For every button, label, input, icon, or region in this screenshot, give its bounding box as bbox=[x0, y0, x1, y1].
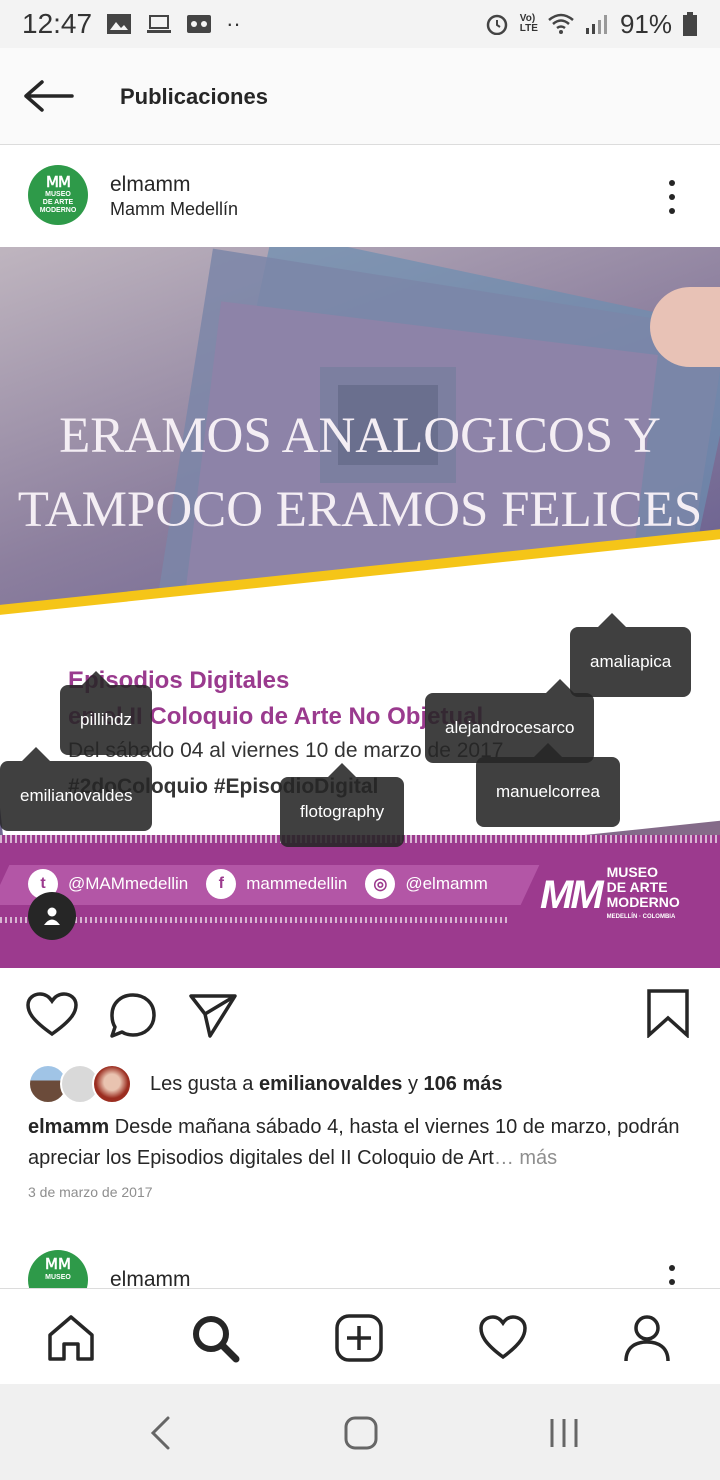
home-icon[interactable] bbox=[46, 1313, 96, 1363]
nav-recents-icon[interactable] bbox=[546, 1414, 582, 1452]
user-tag-alejandrocesarco[interactable]: alejandrocesarco bbox=[425, 679, 595, 763]
avatar-text-2: DE ARTE bbox=[42, 199, 74, 206]
headline-line-2: TAMPOCO ERAMOS FELICES bbox=[17, 482, 703, 538]
headline-line-1: ERAMOS ANALOGICOS Y bbox=[59, 408, 661, 464]
next-post-avatar[interactable]: ⅯⅯ MUSEO bbox=[28, 1250, 88, 1288]
voicemail-icon bbox=[187, 15, 212, 33]
post-header: ⅯⅯ MUSEO DE ARTE MODERNO elmamm Mamm Med… bbox=[0, 145, 720, 247]
twitter-handle: @MAMmedellin bbox=[68, 874, 189, 893]
search-icon[interactable] bbox=[190, 1313, 240, 1363]
image-headline: ERAMOS ANALOGICOS Y TAMPOCO ERAMOS FELIC… bbox=[0, 399, 720, 547]
status-more-dots: ·· bbox=[226, 11, 241, 36]
likes-row[interactable]: Les gusta a emilianovaldes y 106 más bbox=[28, 1064, 502, 1104]
liker-avatar bbox=[92, 1064, 132, 1104]
user-tag-flotography[interactable]: flotography bbox=[280, 763, 405, 847]
gallery-icon bbox=[107, 14, 132, 34]
share-send-icon[interactable] bbox=[188, 992, 238, 1038]
stripe-bottom bbox=[0, 917, 510, 923]
museum-logo-text: MUSEO DE ARTE MODERNO MEDELLÍN · COLOMBI… bbox=[607, 865, 680, 925]
status-time: 12:47 bbox=[22, 8, 93, 39]
comment-icon[interactable] bbox=[108, 992, 158, 1040]
liker-avatars bbox=[28, 1064, 132, 1104]
museum-mark-icon: ⅯⅯ bbox=[46, 174, 71, 191]
nav-back-icon[interactable] bbox=[148, 1414, 172, 1452]
instagram-icon: ◎ bbox=[365, 869, 396, 899]
next-post-header: ⅯⅯ MUSEO elmamm bbox=[0, 1240, 720, 1288]
user-tag-pillihdz[interactable]: pillihdz bbox=[60, 671, 152, 755]
next-post-username[interactable]: elmamm bbox=[110, 1268, 191, 1288]
tagged-people-button[interactable] bbox=[28, 892, 76, 940]
logo-line-3: MODERNO bbox=[606, 894, 680, 910]
next-post-more-icon[interactable] bbox=[664, 1264, 680, 1288]
post-username[interactable]: elmamm bbox=[110, 173, 191, 197]
battery-icon bbox=[683, 12, 697, 36]
purple-footer-band: t @MAMmedellin f mammedellin ◎ @elmamm MM M… bbox=[0, 835, 720, 968]
social-instagram: ◎ @elmamm bbox=[365, 869, 488, 899]
new-post-icon[interactable] bbox=[334, 1313, 384, 1363]
social-facebook: f mammedellin bbox=[206, 869, 347, 899]
next-avatar-text: MUSEO bbox=[45, 1274, 71, 1281]
post-caption: elmamm Desde mañana sábado 4, hasta el v… bbox=[28, 1112, 698, 1174]
avatar-text-1: MUSEO bbox=[45, 191, 71, 198]
museum-logo: MM MUSEO DE ARTE MODERNO MEDELLÍN · COLO… bbox=[540, 865, 680, 925]
system-nav-bar bbox=[0, 1384, 720, 1480]
likes-user[interactable]: emilianovaldes bbox=[259, 1073, 402, 1096]
social-row: t @MAMmedellin f mammedellin ◎ @elmamm bbox=[28, 869, 488, 899]
profile-icon[interactable] bbox=[622, 1313, 672, 1363]
nav-home-icon[interactable] bbox=[343, 1414, 379, 1452]
caption-more-link[interactable]: … más bbox=[494, 1147, 557, 1169]
bottom-tab-bar bbox=[0, 1288, 720, 1385]
wifi-icon bbox=[548, 13, 574, 34]
back-arrow-icon[interactable] bbox=[22, 78, 74, 114]
like-heart-icon[interactable] bbox=[26, 992, 78, 1038]
signal-icon bbox=[585, 15, 607, 34]
caption-username[interactable]: elmamm bbox=[28, 1116, 109, 1138]
bookmark-save-icon[interactable] bbox=[646, 988, 690, 1038]
more-options-icon[interactable] bbox=[664, 179, 680, 215]
likes-joiner: y bbox=[407, 1072, 418, 1095]
user-tag-manuelcorrea[interactable]: manuelcorrea bbox=[476, 743, 620, 827]
likes-prefix: Les gusta a bbox=[150, 1072, 254, 1095]
laptop-icon bbox=[147, 15, 172, 33]
post-actions bbox=[0, 968, 720, 1058]
activity-heart-icon[interactable] bbox=[478, 1313, 528, 1363]
post-image[interactable]: ERAMOS ANALOGICOS Y TAMPOCO ERAMOS FELIC… bbox=[0, 247, 720, 968]
page-title: Publicaciones bbox=[120, 84, 268, 109]
caption-text: Desde mañana sábado 4, hasta el viernes … bbox=[28, 1116, 680, 1169]
volte-indicator: Vo) LTE bbox=[519, 13, 538, 34]
logo-line-2: DE ARTE bbox=[606, 879, 668, 895]
user-tag-emilianovaldes[interactable]: emilianovaldes bbox=[0, 747, 153, 831]
status-bar: 12:47 ·· Vo) LTE 91% bbox=[0, 0, 720, 48]
battery-percent: 91% bbox=[619, 8, 672, 39]
photo-thumb bbox=[650, 287, 720, 367]
museum-logo-mark: MM bbox=[540, 872, 604, 917]
person-icon bbox=[44, 907, 60, 925]
logo-line-1: MUSEO bbox=[606, 864, 658, 880]
instagram-handle: @elmamm bbox=[405, 874, 488, 893]
post-date: 3 de marzo de 2017 bbox=[28, 1184, 153, 1200]
facebook-handle: mammedellin bbox=[246, 874, 348, 893]
post-location[interactable]: Mamm Medellín bbox=[110, 199, 238, 220]
alarm-icon bbox=[486, 14, 508, 35]
top-header: Publicaciones bbox=[0, 48, 720, 145]
avatar-text-3: MODERNO bbox=[39, 207, 77, 214]
logo-line-4: MEDELLÍN · COLOMBIA bbox=[606, 914, 676, 920]
facebook-icon: f bbox=[206, 869, 237, 899]
likes-count[interactable]: 106 más bbox=[424, 1073, 503, 1096]
user-tag-amaliapica[interactable]: amaliapica bbox=[570, 613, 692, 697]
avatar[interactable]: ⅯⅯ MUSEO DE ARTE MODERNO bbox=[28, 165, 88, 225]
